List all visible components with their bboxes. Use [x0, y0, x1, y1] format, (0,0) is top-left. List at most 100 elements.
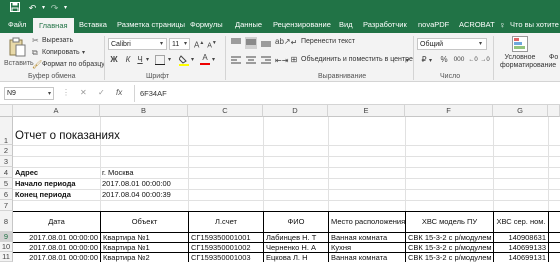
number-format-select[interactable]: Общий	[417, 38, 487, 50]
table-cell[interactable]: Ванная комната	[329, 253, 405, 262]
row-header[interactable]: 4	[0, 167, 13, 178]
table-cell[interactable]: 2017.08.01 00:00:00	[13, 243, 100, 252]
table-header-cell[interactable]: ХВС модель ПУ	[406, 212, 493, 232]
indent-icon[interactable]: ⇤⇥	[275, 56, 288, 66]
column-header[interactable]: A	[13, 105, 100, 117]
tab-acrobat[interactable]: ACROBAT	[459, 17, 495, 33]
table-cell[interactable]: Квартира №1	[101, 243, 188, 252]
table-cell[interactable]: 140699131	[494, 253, 548, 262]
wrap-text-button[interactable]: Перенести текст	[301, 38, 355, 45]
format-as-table-button[interactable]: Фо	[549, 54, 558, 61]
start-period-label[interactable]: Начало периода	[13, 178, 100, 189]
chevron-down-icon[interactable]: ▾	[406, 56, 409, 66]
row-header[interactable]: 5	[0, 178, 13, 189]
column-header[interactable]: F	[405, 105, 493, 117]
table-cell[interactable]: Ецкова Л. Н	[264, 253, 328, 262]
orientation-icon[interactable]: ab↗	[275, 37, 291, 47]
percent-button[interactable]: %	[439, 55, 449, 65]
table-cell[interactable]: СВК 15-3-2 с р/модулем	[406, 233, 493, 242]
tab-formulas[interactable]: Формулы	[190, 17, 223, 33]
table-header-cell[interactable]: Место расположения	[329, 212, 405, 232]
italic-button[interactable]: К	[124, 55, 132, 65]
increase-decimal-icon[interactable]: ←0	[468, 55, 478, 65]
end-period-label[interactable]: Конец периода	[13, 189, 100, 200]
table-cell[interactable]: СГ159350001001	[189, 233, 263, 242]
column-header[interactable]	[548, 105, 560, 117]
align-right-icon[interactable]	[260, 56, 272, 68]
table-header-cell[interactable]: Л.счет	[189, 212, 263, 232]
row-header[interactable]: 6	[0, 189, 13, 200]
align-middle-icon[interactable]	[245, 37, 257, 49]
table-cell[interactable]: Ванная комната	[329, 233, 405, 242]
name-box[interactable]: N9	[4, 87, 54, 100]
column-header[interactable]: E	[328, 105, 405, 117]
row-header[interactable]: 2	[0, 145, 13, 156]
table-cell[interactable]: 140699133	[494, 243, 548, 252]
copy-button[interactable]: Копировать	[42, 49, 80, 56]
chevron-down-icon[interactable]: ▾	[48, 89, 51, 99]
end-period-value[interactable]: 2017.08.04 00:00:39	[100, 189, 188, 200]
borders-icon[interactable]	[154, 55, 166, 68]
font-color-icon[interactable]: A	[200, 53, 210, 65]
function-button[interactable]: fx	[116, 88, 122, 98]
fill-color-icon[interactable]	[178, 54, 189, 69]
table-header-cell[interactable]: ХВС сер. ном.	[494, 212, 548, 232]
tab-data[interactable]: Данные	[235, 17, 262, 33]
decrease-decimal-icon[interactable]: →0	[480, 55, 490, 65]
font-name-select[interactable]: Calibri	[108, 38, 167, 50]
table-cell[interactable]: 2017.08.01 00:00:00	[13, 233, 100, 242]
row-header[interactable]: 7	[0, 200, 13, 211]
bold-button[interactable]: Ж	[110, 55, 118, 65]
chevron-down-icon[interactable]: ▾	[429, 56, 432, 66]
row-header[interactable]: 1	[0, 117, 13, 145]
table-header-cell[interactable]: Дата	[13, 212, 100, 232]
worksheet-grid[interactable]: A B C D E F G 1 2 3 4 5 6 7 8 9 10 11 От…	[0, 105, 560, 262]
paste-icon[interactable]	[8, 37, 26, 57]
address-label[interactable]: Адрес	[13, 167, 100, 178]
tab-novapdf[interactable]: novaPDF	[418, 17, 449, 33]
table-cell[interactable]: СГ159350001003	[189, 253, 263, 262]
tab-file[interactable]: Файл	[8, 17, 26, 33]
tab-page-layout[interactable]: Разметка страницы	[117, 17, 185, 33]
table-cell[interactable]: СВК 15-3-2 с р/модулем	[406, 253, 493, 262]
column-header[interactable]: C	[188, 105, 263, 117]
table-cell[interactable]: Черненко Н. А	[264, 243, 328, 252]
tab-insert[interactable]: Вставка	[79, 17, 107, 33]
underline-button[interactable]: Ч	[136, 55, 144, 65]
tab-developer[interactable]: Разработчик	[363, 17, 407, 33]
table-cell[interactable]: 2017.08.01 00:00:00	[13, 253, 100, 262]
conditional-formatting-button[interactable]: Условное форматирование	[500, 54, 556, 70]
chevron-down-icon[interactable]: ▾	[191, 55, 194, 65]
chevron-down-icon[interactable]: ▾	[146, 55, 149, 65]
column-header[interactable]: D	[263, 105, 328, 117]
cut-button[interactable]: Вырезать	[42, 37, 73, 44]
decrease-font-icon[interactable]: A▼	[207, 38, 217, 51]
row-header[interactable]: 11	[0, 252, 13, 262]
tab-view[interactable]: Вид	[339, 17, 353, 33]
address-value[interactable]: г. Москва	[100, 167, 188, 178]
align-top-icon[interactable]	[230, 38, 242, 50]
customize-icon[interactable]: ▾	[59, 2, 72, 15]
table-header-cell[interactable]: ФИО	[264, 212, 328, 232]
start-period-value[interactable]: 2017.08.01 00:00:00	[100, 178, 188, 189]
tab-review[interactable]: Рецензирование	[273, 17, 331, 33]
table-header-cell[interactable]: Объект	[101, 212, 188, 232]
row-header[interactable]: 10	[0, 242, 13, 252]
formula-input[interactable]: 6F34AF	[140, 89, 167, 98]
table-cell[interactable]: Кухня	[329, 243, 405, 252]
tab-home[interactable]: Главная	[33, 18, 74, 33]
column-header[interactable]: B	[100, 105, 188, 117]
table-cell[interactable]: СВК 15-3-2 с р/модулем	[406, 243, 493, 252]
table-cell[interactable]: СГ159350001002	[189, 243, 263, 252]
row-header[interactable]: 8	[0, 211, 13, 232]
align-bottom-icon[interactable]	[260, 38, 272, 50]
chevron-down-icon[interactable]: ▾	[168, 55, 171, 65]
check-icon[interactable]: ✓	[98, 88, 105, 98]
table-cell[interactable]: Квартира №1	[101, 233, 188, 242]
align-left-icon[interactable]	[230, 56, 242, 68]
format-painter-button[interactable]: Формат по образцу	[42, 61, 105, 68]
table-cell[interactable]: Лабинцев Н. Т	[264, 233, 328, 242]
merge-center-button[interactable]: Объединить и поместить в центре	[301, 56, 413, 63]
align-center-icon[interactable]	[245, 56, 257, 68]
chevron-down-icon[interactable]: ▾	[82, 48, 85, 58]
